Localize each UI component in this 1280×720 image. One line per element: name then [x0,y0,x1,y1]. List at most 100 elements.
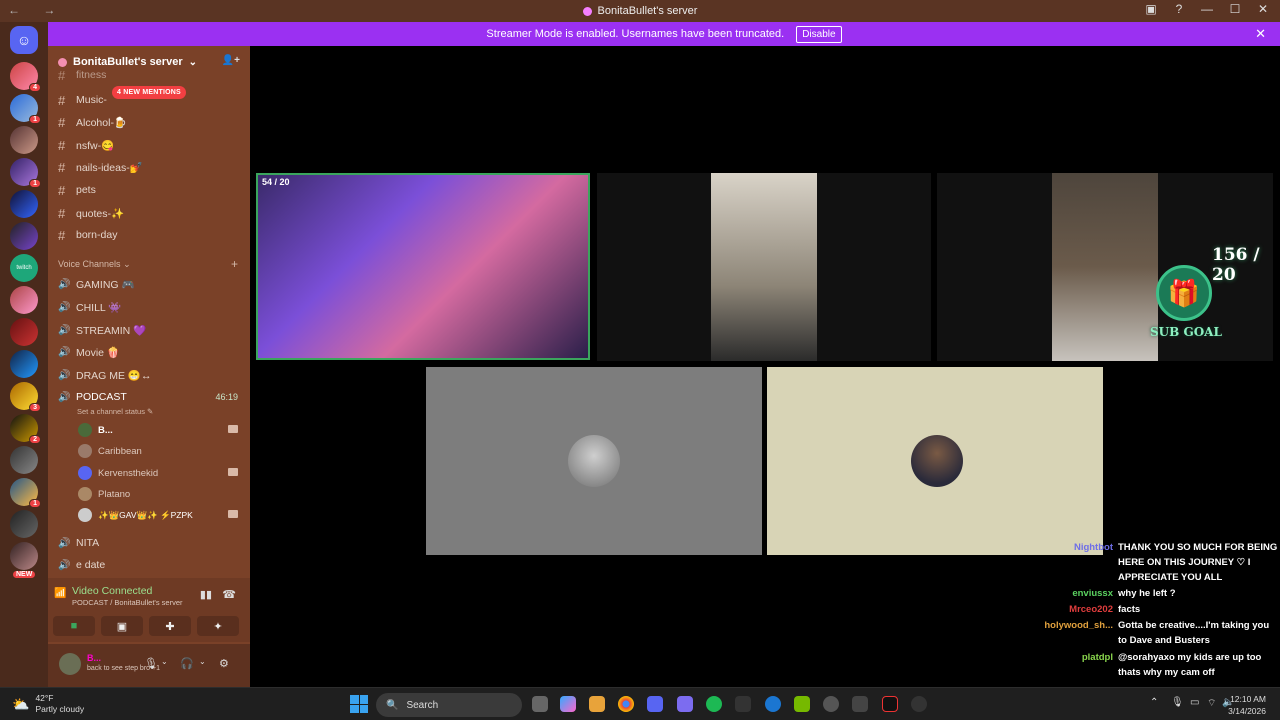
voice-member[interactable]: B... [78,421,238,439]
voice-status[interactable]: Video Connected [72,585,152,597]
disconnect-icon[interactable]: ☎ [222,588,236,601]
task-view-icon[interactable] [532,696,548,712]
tiktok-icon[interactable] [882,696,898,712]
camera-button[interactable]: ■ [53,616,95,636]
invite-people-icon[interactable]: 👤+ [222,55,240,66]
copilot-icon[interactable] [560,696,576,712]
windows-taskbar: ⛅ 42°F Partly cloudy 🔍 Search ⌃ 🎙 ▭ ⌔ 🔈 … [0,687,1280,720]
username[interactable]: B... [87,653,101,663]
server-icon[interactable]: 1 [10,94,41,124]
inbox-icon[interactable]: ▣ [1144,2,1158,16]
store-icon[interactable] [589,696,605,712]
server-icon[interactable] [10,350,38,378]
video-tile[interactable] [597,173,931,361]
game-icon[interactable] [677,696,693,712]
server-icon[interactable] [10,190,38,218]
soundboard-button[interactable]: ✦ [197,616,239,636]
obs-icon[interactable] [911,696,927,712]
voice-channel-movie[interactable]: 🔊 Movie 🍿 [58,342,120,362]
video-tile-stream[interactable]: 54 / 20 [256,173,590,360]
channel-nails-ideas[interactable]: # nails-ideas-💅 [58,157,143,177]
nvidia-icon[interactable] [794,696,810,712]
headphones-icon[interactable]: 🎧 [180,657,194,670]
chevron-down-icon[interactable]: ⌄ [161,657,168,666]
speaker-icon: 🔊 [58,391,71,403]
create-channel-icon[interactable]: + [231,257,238,271]
maximize-button[interactable]: ☐ [1228,2,1242,16]
chrome-icon[interactable] [618,696,634,712]
chat-text: facts [1118,604,1141,615]
gear-icon[interactable]: ⚙ [219,657,229,670]
channel-status[interactable]: Set a channel status ✎ [77,407,153,416]
steam-icon[interactable] [765,696,781,712]
discord-home-icon[interactable]: ☺ [10,26,38,54]
minimize-button[interactable]: — [1200,2,1214,16]
disable-streamer-mode-button[interactable]: Disable [796,25,842,43]
avatar[interactable] [59,653,81,675]
channel-fitness[interactable]: # fitness [58,70,106,80]
activities-button[interactable]: ✚ [149,616,191,636]
noise-suppression-icon[interactable]: ▮▮ [200,588,212,601]
voice-channel-drag-me[interactable]: 🔊 DRAG ME 😁↔ [58,365,152,385]
nav-back-forward[interactable]: ← → [8,3,65,17]
weather-widget[interactable]: ⛅ 42°F Partly cloudy [12,693,84,715]
spotify-icon[interactable] [706,696,722,712]
app-icon[interactable] [852,696,868,712]
help-icon[interactable]: ? [1172,2,1186,16]
server-icon[interactable] [10,286,38,314]
avatar [78,508,92,522]
signal-icon[interactable]: 📶 [54,588,66,599]
app-icon[interactable] [823,696,839,712]
wifi-icon[interactable]: ⌔ [1207,697,1216,710]
server-icon[interactable]: 3 [10,382,41,412]
video-tile-avatar[interactable] [767,367,1103,555]
voice-member[interactable]: Caribbean [78,442,238,460]
app-tray-icon[interactable]: ▭ [1190,697,1199,708]
voice-channel-info[interactable]: PODCAST / BonitaBullet's server [72,598,183,607]
window-titlebar: ← → BonitaBullet's server ▣ ? — ☐ ✕ [0,0,1280,22]
chevron-down-icon[interactable]: ⌄ [199,657,206,666]
twitch-server-icon[interactable]: twitch [10,254,38,282]
video-tile-avatar[interactable] [426,367,762,555]
server-icon[interactable] [10,126,38,154]
voice-channel-podcast[interactable]: 🔊 PODCAST [58,387,127,407]
voice-member[interactable]: ✨👑GAV👑✨ ⚡PZPK [78,506,238,524]
server-icon[interactable] [10,318,38,346]
epic-games-icon[interactable] [735,696,751,712]
close-button[interactable]: ✕ [1256,2,1270,16]
server-icon[interactable] [10,510,38,538]
server-icon[interactable] [10,446,38,474]
server-icon[interactable]: 2 [10,414,41,444]
server-icon[interactable]: 1 [10,158,41,188]
channel-music[interactable]: # Music- [58,90,107,110]
voice-member[interactable]: Platano [78,485,238,503]
channel-alcohol[interactable]: # Alcohol-🍺 [58,112,127,132]
voice-channel-streamin[interactable]: 🔊 STREAMIN 💜 [58,320,146,340]
channel-pets[interactable]: # pets [58,180,96,200]
avatar [78,423,92,437]
server-icon[interactable]: NEW [10,542,38,579]
voice-channels-header[interactable]: Voice Channels ⌄ + [58,257,238,271]
server-icon[interactable]: 4 [10,62,41,92]
discord-icon[interactable] [647,696,663,712]
server-icon[interactable]: 1 [10,478,41,508]
screen-share-button[interactable]: ▣ [101,616,143,636]
windows-start-icon[interactable] [350,695,368,713]
channel-nsfw[interactable]: # nsfw-😋 [58,135,114,155]
server-icon[interactable] [10,222,38,250]
voice-member[interactable]: Kervensthekid [78,464,238,482]
voice-channel-gaming[interactable]: 🔊 GAMING 🎮 [58,274,135,294]
microphone-icon[interactable]: 🎙 [1171,697,1184,708]
voice-channel-e-date[interactable]: 🔊 e date [58,555,105,575]
taskbar-search[interactable]: 🔍 Search [376,693,522,717]
clock[interactable]: 12:10 AM 3/14/2026 [1228,693,1266,717]
microphone-icon[interactable]: 🎙 [144,657,158,670]
channel-quotes[interactable]: # quotes-✨ [58,203,124,223]
voice-channel-chill[interactable]: 🔊 CHILL 👾 [58,297,121,317]
new-mentions-pill[interactable]: 4 NEW MENTIONS [112,86,186,99]
clock-time: 12:10 AM [1230,694,1266,704]
channel-born-day[interactable]: # born-day [58,225,117,245]
chevron-up-icon[interactable]: ⌃ [1150,697,1158,708]
voice-channel-nita[interactable]: 🔊 NITA [58,533,99,553]
close-icon[interactable]: ✕ [1255,26,1266,42]
